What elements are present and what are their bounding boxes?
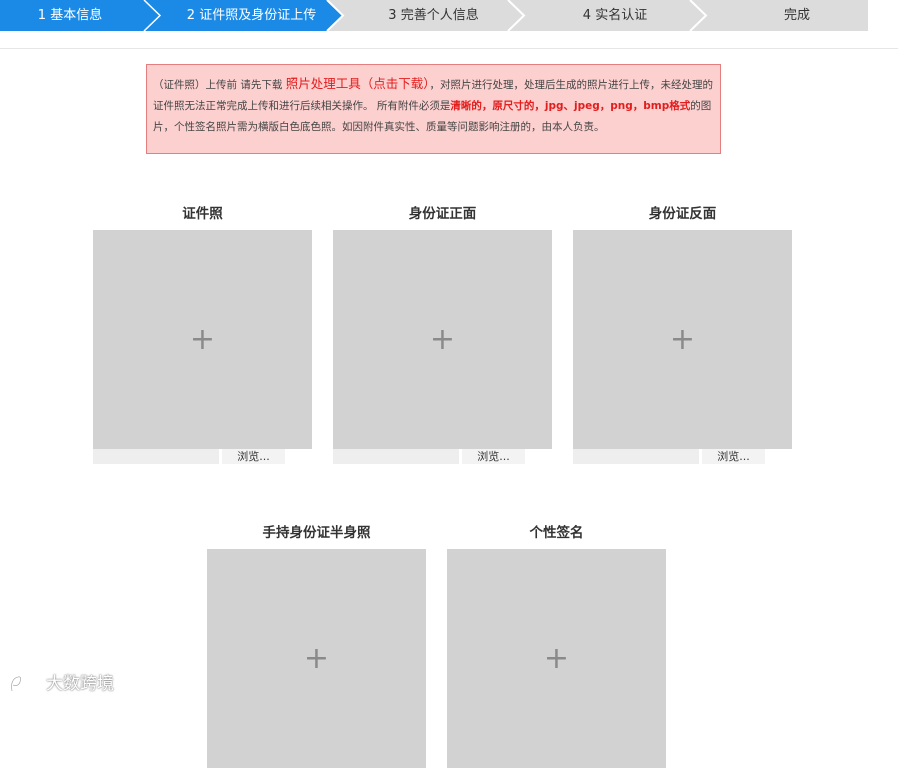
upload-title: 个性签名	[529, 525, 584, 541]
upload-dropzone[interactable]: +	[573, 230, 792, 449]
step-basic-info[interactable]: 1 基本信息	[0, 0, 140, 31]
upload-dropzone[interactable]: +	[207, 549, 426, 768]
plus-icon: +	[303, 641, 330, 676]
file-path-field[interactable]	[333, 449, 459, 464]
step-photo-upload[interactable]: 2 证件照及身份证上传	[160, 0, 343, 31]
step-progress-bar: 1 基本信息 2 证件照及身份证上传 3 完善个人信息 4 实名认证 完成	[0, 0, 868, 31]
plus-icon: +	[429, 322, 456, 357]
notice-format-requirement: 清晰的，原尺寸的，jpg、jpeg，png，bmp格式	[450, 100, 691, 112]
notice-prefix: （证件照）上传前 请先下载	[153, 79, 286, 91]
upload-title: 证件照	[182, 206, 223, 222]
file-input: 浏览...	[93, 449, 312, 464]
plus-icon: +	[543, 641, 570, 676]
browse-button[interactable]: 浏览...	[462, 449, 525, 464]
browse-button[interactable]: 浏览...	[222, 449, 285, 464]
upload-dropzone[interactable]: +	[333, 230, 552, 449]
upload-title: 手持身份证半身照	[262, 525, 371, 541]
upload-title: 身份证正面	[408, 206, 477, 222]
browse-button[interactable]: 浏览...	[702, 449, 765, 464]
upload-title: 身份证反面	[648, 206, 717, 222]
plus-icon: +	[189, 322, 216, 357]
plus-icon: +	[669, 322, 696, 357]
step-personal-info[interactable]: 3 完善个人信息	[343, 0, 524, 31]
upload-dropzone[interactable]: +	[447, 549, 666, 768]
watermark: 大数跨境	[8, 670, 114, 698]
step-real-name-auth[interactable]: 4 实名认证	[524, 0, 706, 31]
upload-notice: （证件照）上传前 请先下载 照片处理工具（点击下载），对照片进行处理，处理后生成…	[146, 64, 721, 154]
file-input: 浏览...	[573, 449, 792, 464]
watermark-text: 大数跨境	[46, 674, 114, 694]
download-tool-link[interactable]: 照片处理工具（点击下载）	[286, 76, 430, 91]
file-path-field[interactable]	[93, 449, 219, 464]
step-finish[interactable]: 完成	[706, 0, 868, 31]
file-path-field[interactable]	[573, 449, 699, 464]
upload-dropzone[interactable]: +	[93, 230, 312, 449]
watermark-logo-icon	[10, 674, 42, 692]
divider	[0, 48, 898, 49]
file-input: 浏览...	[333, 449, 552, 464]
